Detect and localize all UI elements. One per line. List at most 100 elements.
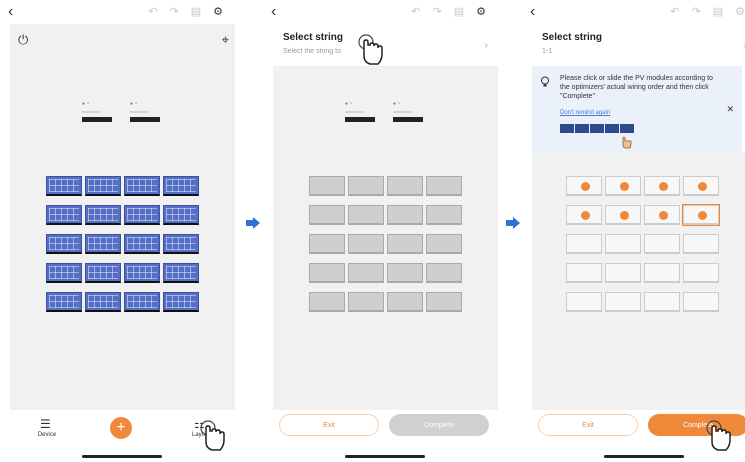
- pv-module[interactable]: [605, 176, 641, 196]
- pv-module[interactable]: [566, 176, 602, 196]
- inverter[interactable]: ● ~ ▭▭▭▭▭: [82, 101, 112, 125]
- pv-module[interactable]: [309, 234, 345, 254]
- pv-module[interactable]: [605, 234, 641, 254]
- save-icon[interactable]: ▤: [713, 5, 723, 18]
- pv-module[interactable]: [426, 205, 462, 225]
- settings-icon[interactable]: ⚙: [476, 5, 486, 18]
- pv-module[interactable]: [566, 234, 602, 254]
- pv-module[interactable]: [163, 176, 199, 196]
- pv-module[interactable]: [426, 292, 462, 312]
- close-icon[interactable]: ✕: [726, 104, 734, 115]
- pv-module[interactable]: [387, 292, 423, 312]
- pv-module[interactable]: [348, 292, 384, 312]
- power-icon[interactable]: ⏻: [18, 32, 28, 48]
- pv-module[interactable]: [644, 292, 680, 312]
- pv-module[interactable]: [124, 205, 160, 225]
- device-icon[interactable]: ☰: [40, 417, 51, 431]
- inverter[interactable]: ● ~ ▭▭▭▭▭: [130, 101, 160, 125]
- pv-module[interactable]: [644, 263, 680, 283]
- back-icon[interactable]: ‹: [530, 3, 535, 21]
- pv-module[interactable]: [348, 205, 384, 225]
- redo-icon[interactable]: ↷: [692, 5, 701, 18]
- pv-module[interactable]: [566, 292, 602, 312]
- pv-module[interactable]: [426, 176, 462, 196]
- selected-marker: [698, 211, 707, 220]
- layout-canvas[interactable]: ● ~ ▭▭▭▭▭ ● ~ ▭▭▭▭▭: [273, 66, 498, 410]
- pv-module[interactable]: [163, 263, 199, 283]
- pv-module[interactable]: [387, 176, 423, 196]
- pv-module[interactable]: [566, 263, 602, 283]
- redo-icon[interactable]: ↷: [170, 5, 179, 18]
- pv-module[interactable]: [85, 205, 121, 225]
- pv-module[interactable]: [683, 263, 719, 283]
- undo-icon[interactable]: ↶: [148, 5, 157, 18]
- pv-module[interactable]: [644, 176, 680, 196]
- selected-marker: [698, 182, 707, 191]
- exit-button[interactable]: Exit: [538, 414, 638, 436]
- home-indicator: [82, 455, 162, 458]
- pv-module[interactable]: [85, 263, 121, 283]
- toolbar: ↶ ↷ ▤ ⚙: [411, 5, 486, 18]
- pv-module[interactable]: [605, 263, 641, 283]
- pv-module[interactable]: [85, 234, 121, 254]
- add-button[interactable]: +: [110, 417, 132, 439]
- pv-module[interactable]: [124, 292, 160, 312]
- pv-module[interactable]: [387, 205, 423, 225]
- pv-module[interactable]: [46, 176, 82, 196]
- locate-icon[interactable]: ⌖: [222, 32, 229, 48]
- layout-canvas[interactable]: ⏻ ⌖ ● ~ ▭▭▭▭▭ ● ~ ▭▭▭▭▭: [10, 24, 235, 410]
- pv-module[interactable]: [683, 176, 719, 196]
- pv-module[interactable]: [682, 204, 720, 226]
- dont-remind-link[interactable]: Don't remind again: [560, 110, 610, 116]
- pv-module[interactable]: [683, 292, 719, 312]
- pv-module[interactable]: [163, 292, 199, 312]
- pv-module[interactable]: [566, 205, 602, 225]
- redo-icon[interactable]: ↷: [433, 5, 442, 18]
- save-icon[interactable]: ▤: [454, 5, 464, 18]
- arrow-right-icon: [246, 217, 260, 229]
- settings-icon[interactable]: ⚙: [735, 5, 745, 18]
- layout-canvas[interactable]: [532, 152, 745, 410]
- pv-module[interactable]: [46, 292, 82, 312]
- pv-module[interactable]: [124, 176, 160, 196]
- pv-module[interactable]: [309, 292, 345, 312]
- pv-module[interactable]: [387, 263, 423, 283]
- complete-button[interactable]: Complete: [389, 414, 489, 436]
- pv-module[interactable]: [348, 234, 384, 254]
- selected-marker: [581, 211, 590, 220]
- pv-module[interactable]: [348, 176, 384, 196]
- save-icon[interactable]: ▤: [191, 5, 201, 18]
- exit-button[interactable]: Exit: [279, 414, 379, 436]
- pv-module[interactable]: [426, 263, 462, 283]
- tip-illustration: [560, 124, 634, 133]
- top-bar: ‹ ↶ ↷ ▤ ⚙: [263, 0, 498, 24]
- undo-icon[interactable]: ↶: [411, 5, 420, 18]
- undo-icon[interactable]: ↶: [670, 5, 679, 18]
- back-icon[interactable]: ‹: [271, 3, 276, 21]
- settings-icon[interactable]: ⚙: [213, 5, 223, 18]
- pv-module[interactable]: [46, 263, 82, 283]
- pv-module[interactable]: [387, 234, 423, 254]
- page-title: Select string: [542, 32, 603, 43]
- pv-module[interactable]: [46, 205, 82, 225]
- pv-module[interactable]: [348, 263, 384, 283]
- chevron-right-icon[interactable]: ›: [485, 40, 488, 51]
- pv-module[interactable]: [309, 263, 345, 283]
- back-icon[interactable]: ‹: [8, 3, 13, 21]
- pv-module[interactable]: [644, 234, 680, 254]
- pv-module[interactable]: [309, 205, 345, 225]
- pv-module[interactable]: [309, 176, 345, 196]
- pv-module[interactable]: [605, 292, 641, 312]
- pv-module[interactable]: [163, 205, 199, 225]
- pv-module[interactable]: [85, 176, 121, 196]
- pv-module[interactable]: [683, 234, 719, 254]
- pv-module[interactable]: [124, 263, 160, 283]
- pv-module[interactable]: [644, 205, 680, 225]
- pv-module[interactable]: [46, 234, 82, 254]
- pv-module[interactable]: [163, 234, 199, 254]
- pv-module[interactable]: [426, 234, 462, 254]
- pv-module[interactable]: [605, 205, 641, 225]
- pv-module[interactable]: [85, 292, 121, 312]
- pv-module[interactable]: [124, 234, 160, 254]
- inverter: ● ~ ▭▭▭▭▭: [345, 101, 375, 125]
